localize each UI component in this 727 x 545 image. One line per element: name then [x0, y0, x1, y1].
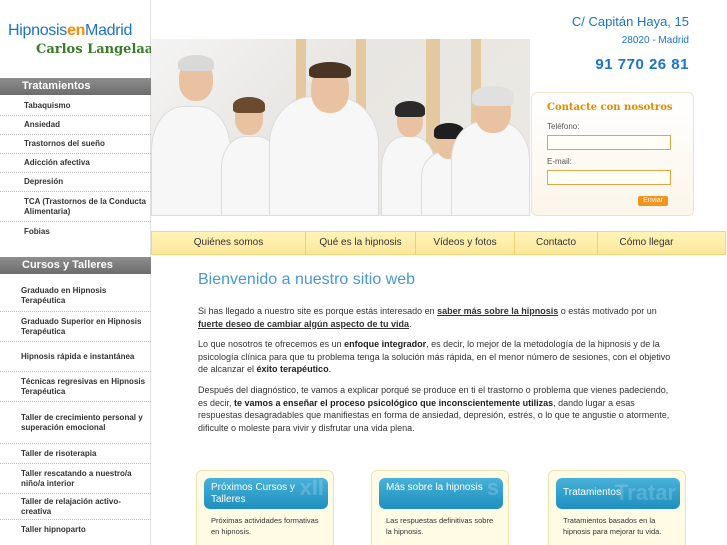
- card-heading: Tratar Tratamientos: [556, 478, 680, 509]
- sidebar-item-trastornos-sueno[interactable]: Trastornos del sueño: [0, 135, 151, 154]
- logo-title: HipnosisenMadrid: [8, 22, 133, 39]
- sidebar-item-crecimiento-personal[interactable]: Taller de crecimiento personal y superac…: [0, 402, 151, 444]
- sidebar-item-depresion[interactable]: Depresión: [0, 173, 151, 192]
- header-address: C/ Capitán Haya, 15: [571, 14, 689, 29]
- site-logo[interactable]: HipnosisenMadrid Carlos Langelaan: [8, 22, 163, 57]
- sidebar-item-risoterapia[interactable]: Taller de risoterapia: [0, 444, 151, 464]
- header-zip: 28020 - Madrid: [621, 35, 689, 46]
- header-contact: C/ Capitán Haya, 15 28020 - Madrid 91 77…: [572, 14, 689, 73]
- sidebar-item-tabaquismo[interactable]: Tabaquismo: [0, 97, 151, 116]
- cursos-list: Graduado en Hipnosis Terapéutica Graduad…: [0, 280, 151, 540]
- sidebar-item-graduado-superior[interactable]: Graduado Superior en Hipnosis Terapéutic…: [0, 312, 151, 342]
- top-menu: Quiénes somos Qué es la hipnosis Vídeos …: [151, 231, 726, 255]
- sidebar-item-hipnoparto[interactable]: Taller hipnoparto: [0, 520, 151, 540]
- card-text: Próximas actividades formativas en hipno…: [211, 516, 319, 536]
- header-phone[interactable]: 91 770 26 81: [572, 56, 689, 73]
- contact-form-title: Contacte con nosotros: [547, 102, 673, 113]
- sidebar-item-graduado[interactable]: Graduado en Hipnosis Terapéutica: [0, 280, 151, 312]
- tratamientos-heading: Tratamientos: [0, 78, 151, 95]
- cursos-heading: Cursos y Talleres: [0, 257, 151, 274]
- email-label: E-mail:: [547, 157, 572, 166]
- page-title: Bienvenido a nuestro sitio web: [198, 271, 416, 288]
- intro-paragraph: Si has llegado a nuestro site es porque …: [198, 306, 657, 329]
- phone-label: Teléfono:: [547, 122, 580, 131]
- link-saber-mas[interactable]: saber más sobre la hipnosis: [437, 306, 558, 316]
- card-heading: xII Próximos Cursos y Talleres: [204, 478, 328, 509]
- diagnosis-paragraph: Después del diagnóstico, te vamos a expl…: [198, 385, 670, 433]
- contact-form: Contacte con nosotros Teléfono: E-mail: …: [531, 92, 694, 216]
- card-text: Tratamientos basados en la hipnosis para…: [563, 516, 662, 536]
- logo-subtitle: Carlos Langelaan: [36, 42, 163, 57]
- menu-item-como-llegar[interactable]: Cómo llegar: [598, 231, 695, 255]
- menu-item-videos-fotos[interactable]: Vídeos y fotos: [416, 231, 515, 255]
- sidebar-item-hipnosis-rapida[interactable]: Hipnosis rápida e instantánea: [0, 342, 151, 372]
- phone-field[interactable]: [547, 135, 671, 150]
- approach-paragraph: Lo que nosotros te ofrecemos es un enfoq…: [198, 339, 671, 374]
- card-heading: s Más sobre la hipnosis: [379, 478, 503, 509]
- menu-item-quienes-somos[interactable]: Quiénes somos: [152, 231, 306, 255]
- email-field[interactable]: [547, 170, 671, 185]
- sidebar-item-tca[interactable]: TCA (Trastornos de la Conducta Alimentar…: [0, 192, 151, 222]
- sidebar-item-nino-interior[interactable]: Taller rescatando a nuestro/a niño/a int…: [0, 464, 151, 494]
- card-proximos-cursos[interactable]: xII Próximos Cursos y Talleres Próximas a…: [196, 470, 334, 545]
- sidebar-item-ansiedad[interactable]: Ansiedad: [0, 116, 151, 135]
- sidebar-item-fobias[interactable]: Fobias: [0, 222, 151, 241]
- send-button[interactable]: Enviar: [638, 196, 668, 206]
- card-mas-sobre-hipnosis[interactable]: s Más sobre la hipnosis Las respuestas de…: [371, 470, 509, 545]
- card-tratamientos[interactable]: Tratar Tratamientos Tratamientos basados …: [548, 470, 686, 545]
- hero-photo: [151, 39, 530, 216]
- menu-item-que-es-hipnosis[interactable]: Qué es la hipnosis: [306, 231, 416, 255]
- sidebar-item-relajacion[interactable]: Taller de relajación activo-creativa: [0, 494, 151, 520]
- link-cambiar-vida[interactable]: fuerte deseo de cambiar algún aspecto de…: [198, 319, 409, 329]
- sidebar: HipnosisenMadrid Carlos Langelaan Tratam…: [0, 0, 163, 545]
- tratamientos-list: Tabaquismo Ansiedad Trastornos del sueño…: [0, 97, 151, 241]
- sidebar-item-adiccion-afectiva[interactable]: Adicción afectiva: [0, 154, 151, 173]
- sidebar-item-tecnicas-regresivas[interactable]: Técnicas regresivas en Hipnosis Terapéut…: [0, 372, 151, 402]
- card-text: Las respuestas definitivas sobre la hipn…: [386, 516, 494, 536]
- menu-item-contacto[interactable]: Contacto: [515, 231, 598, 255]
